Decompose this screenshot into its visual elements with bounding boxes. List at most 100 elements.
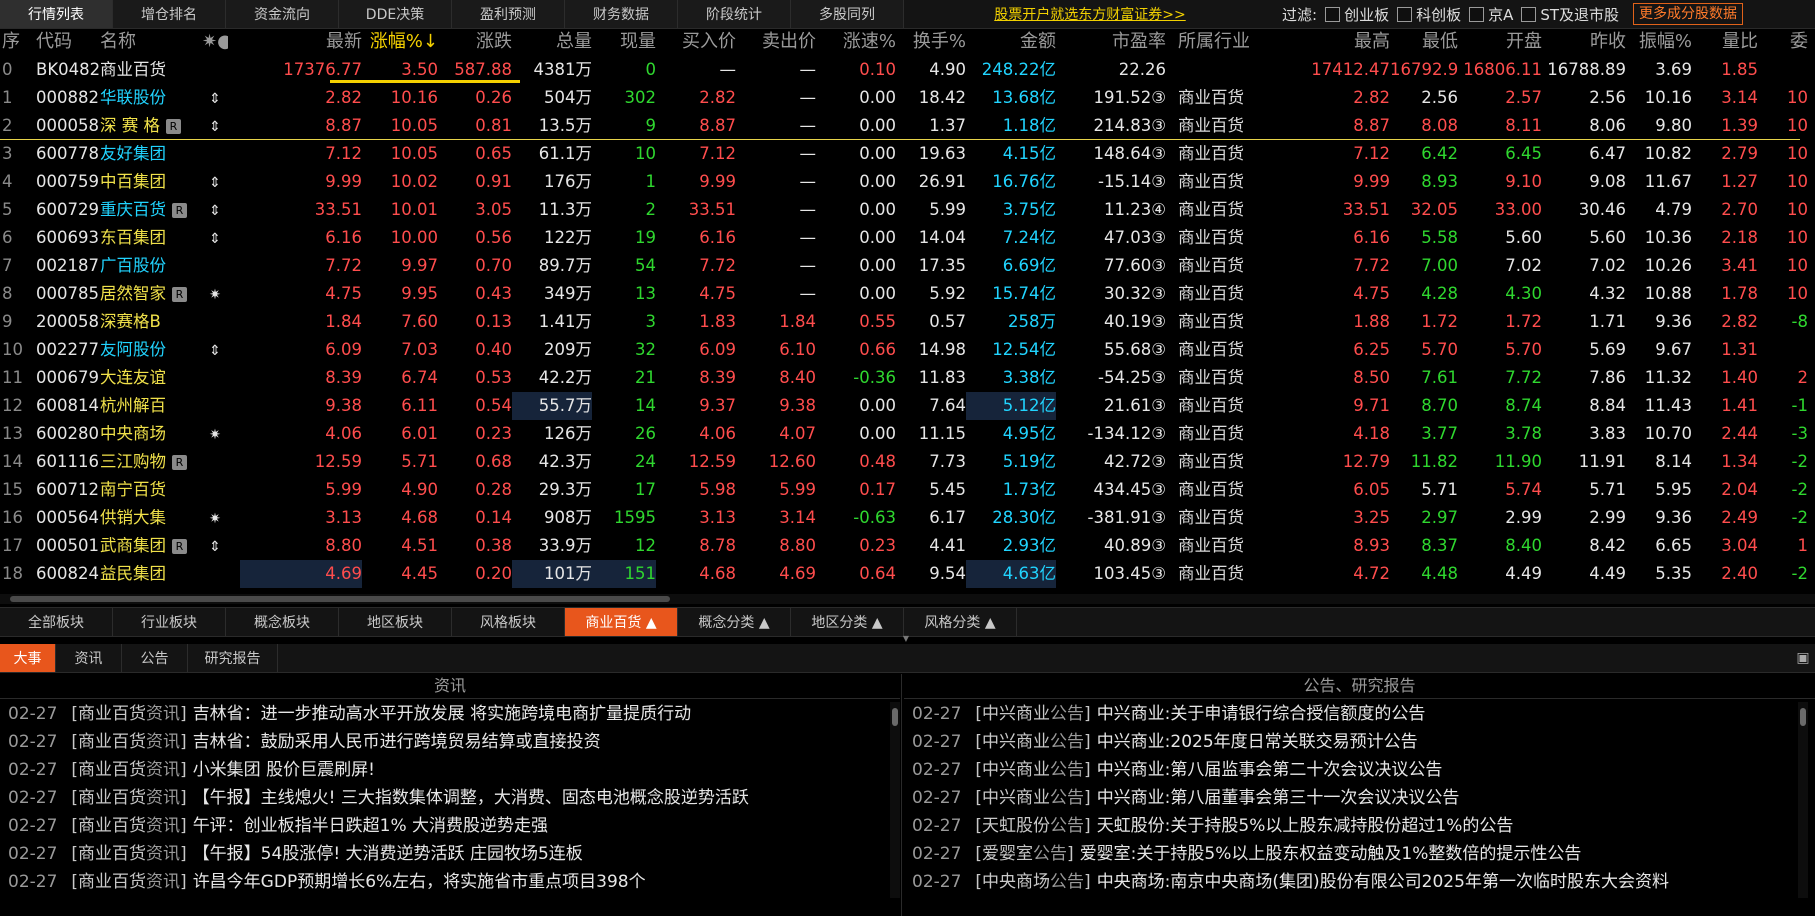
- table-row[interactable]: 5 600729 重庆百货 R ⇕ 33.51 10.01 3.05 11.3万 2 33.51 — 0…: [0, 196, 1815, 224]
- table-row[interactable]: 4 000759 中百集团 ⇕ 9.99 10.02 0.91 176万 1 9.99 — 0.00 2…: [0, 168, 1815, 196]
- stock-name[interactable]: 深 赛 格: [100, 116, 160, 135]
- table-row[interactable]: 3 600778 友好集团 7.12 10.05 0.65 61.1万 10 7.12 — 0.00…: [0, 140, 1815, 168]
- more-constituents-button[interactable]: 更多成分股数据: [1633, 3, 1744, 25]
- table-row[interactable]: 6 600693 东百集团 ⇕ 6.16 10.00 0.56 122万 19 6.16 — 0.00…: [0, 224, 1815, 252]
- tab-news[interactable]: 资讯: [56, 644, 122, 672]
- announcement-scrollbar[interactable]: [1798, 702, 1808, 898]
- table-row[interactable]: 2 000058 深 赛 格 R ⇕ 8.87 10.05 0.81 13.5万 9 8.87 — 0.…: [0, 112, 1815, 140]
- column-header[interactable]: 量比: [1692, 28, 1758, 56]
- news-item[interactable]: 02-27 [中兴商业公告] 中兴商业:第八届监事会第二十次会议决议公告: [912, 756, 1792, 784]
- column-header[interactable]: 序: [2, 28, 28, 56]
- tab-dde-decision[interactable]: DDE决策: [339, 0, 452, 28]
- news-headline[interactable]: 小米集团 股价巨震刷屏!: [193, 760, 375, 780]
- column-header[interactable]: 最高: [1288, 28, 1390, 56]
- column-header[interactable]: 委: [1758, 28, 1808, 56]
- filter-bj-a[interactable]: 京A: [1469, 4, 1513, 25]
- table-row[interactable]: 17 000501 武商集团 R ⇕ 8.80 4.51 0.38 33.9万 12 8.78 8.8…: [0, 532, 1815, 560]
- tab-concept-category[interactable]: 概念分类 ▲: [678, 608, 791, 636]
- stock-name[interactable]: 居然智家: [100, 284, 166, 303]
- news-headline[interactable]: 【午报】54股涨停! 大消费逆势活跃 庄园牧场5连板: [193, 844, 583, 864]
- news-item[interactable]: 02-27 [中兴商业公告] 中兴商业:第八届董事会第三十一次会议决议公告: [912, 784, 1792, 812]
- column-header[interactable]: 涨速%: [816, 28, 896, 56]
- stock-name[interactable]: 杭州解百: [100, 396, 166, 415]
- news-item[interactable]: 02-27 [商业百货资讯] 午评：创业板指半日跌超1% 大消费股逆势走强: [8, 812, 888, 840]
- stock-name[interactable]: 武商集团: [100, 536, 166, 555]
- table-row[interactable]: 12 600814 杭州解百 9.38 6.11 0.54 55.7万 14 9.37 9.38 0…: [0, 392, 1815, 420]
- table-row[interactable]: 7 002187 广百股份 7.72 9.97 0.70 89.7万 54 7.72 — 0.00 1…: [0, 252, 1815, 280]
- collapse-handle-icon[interactable]: ▼: [896, 635, 916, 643]
- column-header[interactable]: 市盈率: [1056, 28, 1166, 56]
- news-headline[interactable]: 爱婴室:关于持股5%以上股东权益变动触及1%整数倍的提示性公告: [1080, 844, 1582, 864]
- tab-major-events[interactable]: 大事: [0, 644, 56, 672]
- news-item[interactable]: 02-27 [商业百货资讯] 【午报】54股涨停! 大消费逆势活跃 庄园牧场5连板: [8, 840, 888, 868]
- stock-name[interactable]: 东百集团: [100, 228, 166, 247]
- column-header[interactable]: 振幅%: [1626, 28, 1692, 56]
- news-item[interactable]: 02-27 [商业百货资讯] 小米集团 股价巨震刷屏!: [8, 756, 888, 784]
- table-row[interactable]: 8 000785 居然智家 R ✷ 4.75 9.95 0.43 349万 13 4.75 — 0.00…: [0, 280, 1815, 308]
- tab-capital-flow[interactable]: 资金流向: [226, 0, 339, 28]
- news-headline[interactable]: 中兴商业:第八届监事会第二十次会议决议公告: [1097, 760, 1443, 780]
- column-header[interactable]: 涨幅%↓: [362, 28, 438, 56]
- horizontal-scrollbar[interactable]: [0, 594, 1815, 604]
- stock-name[interactable]: 广百股份: [100, 256, 166, 275]
- promo-link[interactable]: 股票开户就选东方财富证券>>: [904, 0, 1276, 28]
- scrollbar-thumb[interactable]: [10, 596, 670, 602]
- stock-name[interactable]: 友好集团: [100, 144, 166, 163]
- table-row[interactable]: 18 600824 益民集团 4.69 4.45 0.20 101万 151 4.68 4.69 0…: [0, 560, 1815, 588]
- stock-name[interactable]: 重庆百货: [100, 200, 166, 219]
- table-row[interactable]: 15 600712 南宁百货 5.99 4.90 0.28 29.3万 17 5.98 5.99 0…: [0, 476, 1815, 504]
- news-headline[interactable]: 中央商场:南京中央商场(集团)股份有限公司2025年第一次临时股东大会资料: [1097, 872, 1669, 892]
- news-headline[interactable]: 吉林省：鼓励采用人民币进行跨境贸易结算或直接投资: [193, 732, 601, 752]
- scrollbar-thumb[interactable]: [892, 708, 898, 726]
- tab-earnings-forecast[interactable]: 盈利预测: [452, 0, 565, 28]
- column-header[interactable]: 涨跌: [438, 28, 512, 56]
- news-item[interactable]: 02-27 [天虹股份公告] 天虹股份:关于持股5%以上股东减持股份超过1%的公告: [912, 812, 1792, 840]
- stock-name[interactable]: 华联股份: [100, 88, 166, 107]
- tab-financial-data[interactable]: 财务数据: [565, 0, 678, 28]
- filter-star-market[interactable]: 科创板: [1397, 4, 1461, 25]
- news-item[interactable]: 02-27 [爱婴室公告] 爱婴室:关于持股5%以上股东权益变动触及1%整数倍的提示…: [912, 840, 1792, 868]
- table-row[interactable]: 13 600280 中央商场 ✷ 4.06 6.01 0.23 126万 26 4.06 4.07 0…: [0, 420, 1815, 448]
- tab-quote-list[interactable]: 行情列表: [0, 0, 113, 28]
- news-headline[interactable]: 【午报】主线熄火! 三大指数集体调整，大消费、固态电池概念股逆势活跃: [193, 788, 749, 808]
- news-item[interactable]: 02-27 [商业百货资讯] 【午报】主线熄火! 三大指数集体调整，大消费、固态电池…: [8, 784, 888, 812]
- stock-name[interactable]: 三江购物: [100, 452, 166, 471]
- tab-style-category[interactable]: 风格分类 ▲: [904, 608, 1017, 636]
- tab-all-sectors[interactable]: 全部板块: [0, 608, 113, 636]
- tab-concept-sectors[interactable]: 概念板块: [226, 608, 339, 636]
- column-header[interactable]: 昨收: [1542, 28, 1626, 56]
- news-item[interactable]: 02-27 [中兴商业公告] 中兴商业:关于申请银行综合授信额度的公告: [912, 700, 1792, 728]
- stock-name[interactable]: 商业百货: [100, 60, 166, 79]
- column-header[interactable]: 买入价: [656, 28, 736, 56]
- table-row[interactable]: 10 002277 友阿股份 ⇕ 6.09 7.03 0.40 209万 32 6.09 6.10 0…: [0, 336, 1815, 364]
- column-header[interactable]: 代码: [36, 28, 108, 56]
- checkbox[interactable]: [1469, 6, 1485, 22]
- checkbox[interactable]: [1325, 6, 1341, 22]
- table-row[interactable]: 11 000679 大连友谊 8.39 6.74 0.53 42.2万 21 8.39 8.40 -…: [0, 364, 1815, 392]
- tab-commercial-retail[interactable]: 商业百货 ▲: [565, 608, 678, 636]
- column-header[interactable]: 名称: [100, 28, 200, 56]
- news-scrollbar[interactable]: [890, 702, 900, 898]
- column-header[interactable]: 卖出价: [736, 28, 816, 56]
- filter-chinext[interactable]: 创业板: [1325, 4, 1389, 25]
- tab-stage-statistics[interactable]: 阶段统计: [678, 0, 791, 28]
- stock-name[interactable]: 供销大集: [100, 508, 166, 527]
- news-headline[interactable]: 天虹股份:关于持股5%以上股东减持股份超过1%的公告: [1097, 816, 1514, 836]
- news-headline[interactable]: 中兴商业:第八届董事会第三十一次会议决议公告: [1097, 788, 1460, 808]
- column-header[interactable]: 最低: [1390, 28, 1458, 56]
- tab-region-sectors[interactable]: 地区板块: [339, 608, 452, 636]
- table-row[interactable]: 14 601116 三江购物 R 12.59 5.71 0.68 42.3万 24 12.59 12…: [0, 448, 1815, 476]
- column-header[interactable]: 最新: [240, 28, 362, 56]
- column-header[interactable]: 金额: [966, 28, 1056, 56]
- column-header[interactable]: 总量: [512, 28, 592, 56]
- news-item[interactable]: 02-27 [商业百货资讯] 吉林省：鼓励采用人民币进行跨境贸易结算或直接投资: [8, 728, 888, 756]
- table-row[interactable]: 1 000882 华联股份 ⇕ 2.82 10.16 0.26 504万 302 2.82 — 0.0…: [0, 84, 1815, 112]
- news-item[interactable]: 02-27 [商业百货资讯] 吉林省：进一步推动高水平开放发展 将实施跨境电商扩量提…: [8, 700, 888, 728]
- tab-style-sectors[interactable]: 风格板块: [452, 608, 565, 636]
- news-headline[interactable]: 吉林省：进一步推动高水平开放发展 将实施跨境电商扩量提质行动: [193, 704, 691, 724]
- tab-industry-sectors[interactable]: 行业板块: [113, 608, 226, 636]
- column-header[interactable]: 开盘: [1458, 28, 1542, 56]
- table-row[interactable]: 9 200058 深赛格B 1.84 7.60 0.13 1.41万 3 1.83 1.84 0.5…: [0, 308, 1815, 336]
- checkbox[interactable]: [1521, 6, 1537, 22]
- tab-region-category[interactable]: 地区分类 ▲: [791, 608, 904, 636]
